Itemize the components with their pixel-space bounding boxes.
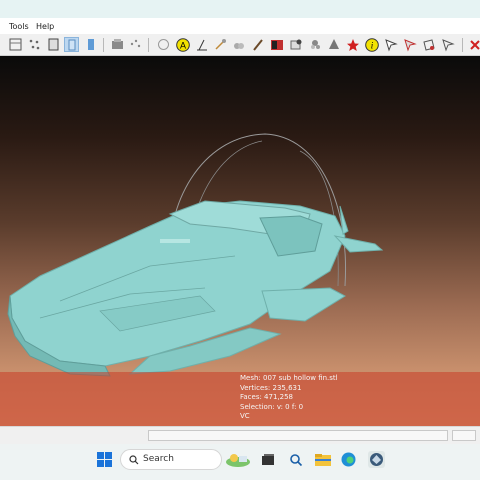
menu-help[interactable]: Help [36, 22, 54, 31]
dots-icon[interactable] [27, 37, 42, 52]
search-icon [129, 455, 139, 465]
status-field-small [452, 430, 476, 441]
flower-icon[interactable] [307, 37, 322, 52]
stamp-icon[interactable] [288, 37, 303, 52]
menu-tools[interactable]: Tools [9, 22, 29, 31]
search-placeholder: Search [143, 454, 174, 464]
sort-icon[interactable] [64, 37, 79, 52]
sphere-icon[interactable] [156, 37, 171, 52]
filter-icon[interactable] [110, 37, 125, 52]
select-area-icon[interactable] [440, 37, 455, 52]
vc-label: VC [240, 412, 250, 420]
select-vertices-icon[interactable] [402, 37, 417, 52]
scissors-icon[interactable] [231, 37, 246, 52]
widgets-icon[interactable] [225, 451, 251, 468]
edge-icon[interactable] [340, 451, 357, 468]
meshlab-app-icon[interactable] [368, 451, 385, 468]
color-bar-icon[interactable] [83, 37, 98, 52]
3d-viewport[interactable]: Mesh: 007 sub hollow fin.stl Vertices: 2… [0, 56, 480, 426]
measure-icon[interactable] [194, 37, 209, 52]
mesh-layer-icon[interactable] [8, 37, 23, 52]
vertex-count: Vertices: 235,631 [240, 383, 302, 392]
search-taskbar-icon[interactable] [287, 451, 304, 468]
menu-bar: Tools Help [0, 18, 480, 34]
mesh-info-panel: Mesh: 007 sub hollow fin.stl Vertices: 2… [240, 374, 338, 422]
windows-start-icon[interactable] [96, 451, 113, 468]
selection-count: Selection: v: 0 f: 0 [240, 402, 304, 411]
face-count: Faces: 471,258 [240, 393, 294, 401]
status-bar [0, 426, 480, 444]
select-faces-icon[interactable] [383, 37, 398, 52]
mesh-render [7, 133, 384, 377]
file-explorer-icon[interactable] [314, 451, 331, 468]
close-red-icon[interactable] [467, 37, 480, 52]
mesh-name: Mesh: 007 sub hollow fin.stl [240, 374, 338, 382]
task-view-icon[interactable] [259, 451, 276, 468]
status-field [148, 430, 448, 441]
star-icon[interactable] [345, 37, 360, 52]
tree-icon[interactable] [326, 37, 341, 52]
window-top-strip [0, 0, 480, 18]
info-i-icon[interactable]: i [364, 37, 379, 52]
brush-icon[interactable] [250, 37, 265, 52]
svg-text:A: A [179, 40, 185, 50]
shovel-icon[interactable] [212, 37, 227, 52]
toolbar: A i [0, 34, 480, 56]
select-conn-icon[interactable] [421, 37, 436, 52]
info-a-icon[interactable]: A [175, 37, 190, 52]
split-icon[interactable] [269, 37, 284, 52]
scatter-icon[interactable] [128, 37, 143, 52]
taskbar-search[interactable]: Search [120, 449, 222, 470]
trim-icon[interactable] [46, 37, 61, 52]
